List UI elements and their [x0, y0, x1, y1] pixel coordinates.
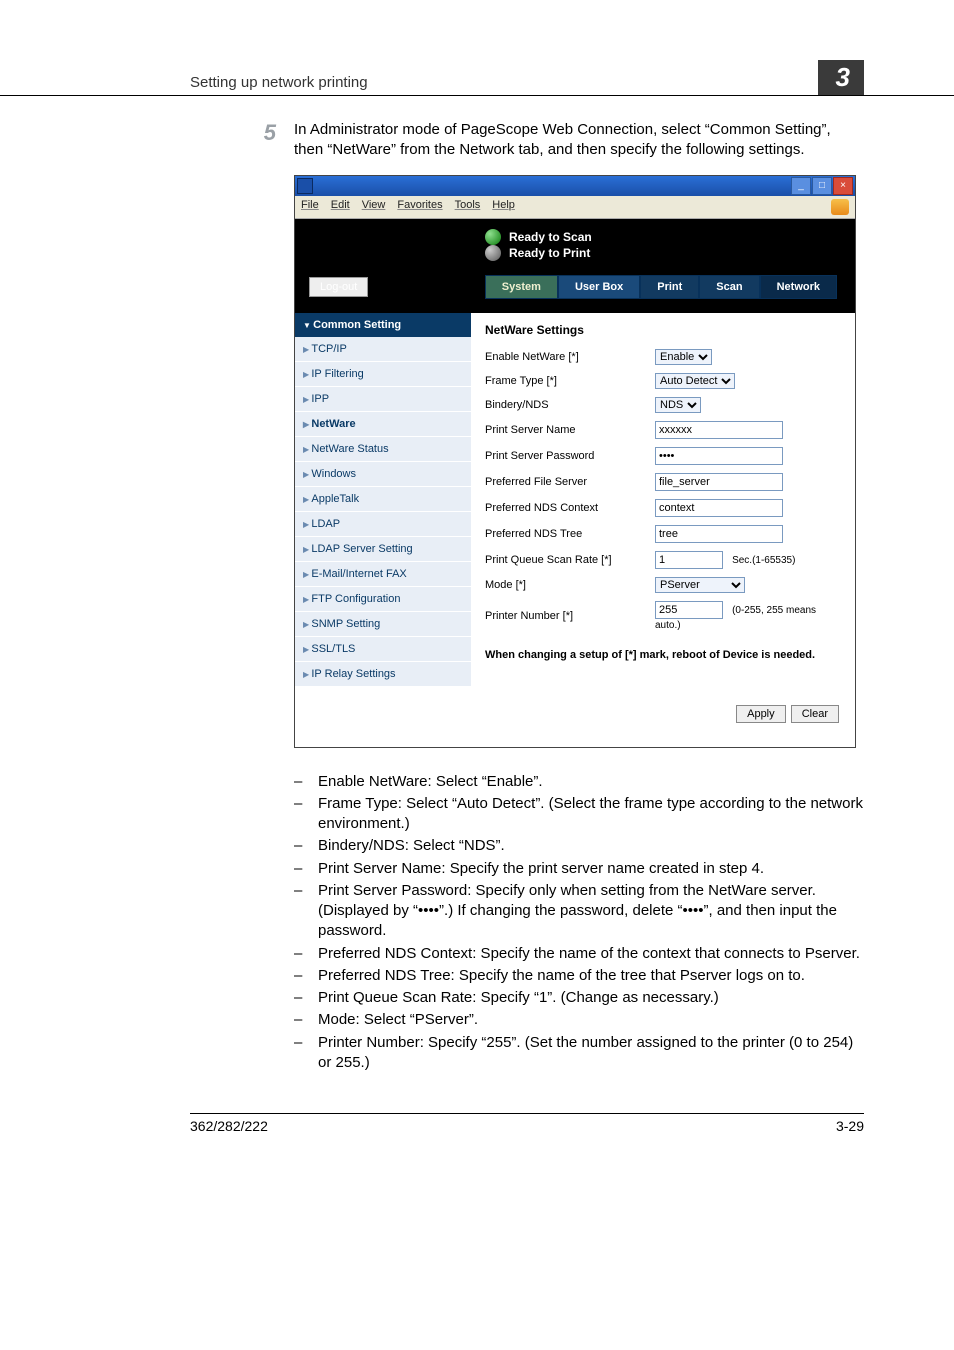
apply-button[interactable]: Apply	[736, 705, 786, 723]
bullet-text: Bindery/NDS: Select “NDS”.	[318, 836, 505, 856]
sidebar-item-snmp[interactable]: SNMP Setting	[295, 612, 471, 637]
reboot-note: When changing a setup of [*] mark, reboo…	[485, 649, 841, 661]
tab-network[interactable]: Network	[760, 275, 837, 299]
ie-icon	[297, 178, 313, 194]
input-preferred-nds-tree[interactable]	[655, 525, 783, 543]
sidebar-item-ip-relay[interactable]: IP Relay Settings	[295, 662, 471, 687]
sidebar-item-ldap-server[interactable]: LDAP Server Setting	[295, 537, 471, 562]
menu-edit[interactable]: Edit	[331, 199, 350, 215]
bullet-text: Print Server Password: Specify only when…	[318, 881, 864, 942]
tab-print[interactable]: Print	[640, 275, 699, 299]
sidebar-header[interactable]: Common Setting	[295, 313, 471, 337]
maximize-button[interactable]: □	[812, 177, 832, 195]
chapter-badge: 3	[818, 60, 864, 95]
menu-file[interactable]: File	[301, 199, 319, 215]
bullet-text: Preferred NDS Context: Specify the name …	[318, 944, 860, 964]
label-mode: Mode [*]	[485, 579, 655, 591]
sidebar-item-appletalk[interactable]: AppleTalk	[295, 487, 471, 512]
label-bindery-nds: Bindery/NDS	[485, 399, 655, 411]
select-enable-netware[interactable]: Enable	[655, 349, 712, 365]
footer-model: 362/282/222	[190, 1118, 268, 1134]
label-enable-netware: Enable NetWare [*]	[485, 351, 655, 363]
sidebar-item-ipp[interactable]: IPP	[295, 387, 471, 412]
label-print-server-name: Print Server Name	[485, 424, 655, 436]
footer-page: 3-29	[836, 1118, 864, 1134]
bullet-text: Preferred NDS Tree: Specify the name of …	[318, 966, 805, 986]
scanner-status-icon	[485, 229, 501, 245]
label-frame-type: Frame Type [*]	[485, 375, 655, 387]
bullet-text: Enable NetWare: Select “Enable”.	[318, 772, 543, 792]
step-number: 5	[250, 120, 276, 161]
panel-title: NetWare Settings	[485, 323, 841, 337]
sidebar-item-email-ifax[interactable]: E-Mail/Internet FAX	[295, 562, 471, 587]
logout-button[interactable]: Log-out	[309, 277, 368, 297]
sidebar-item-netware-status[interactable]: NetWare Status	[295, 437, 471, 462]
label-preferred-nds-context: Preferred NDS Context	[485, 502, 655, 514]
ie-throbber-icon	[831, 199, 849, 215]
tab-scan[interactable]: Scan	[699, 275, 759, 299]
sidebar-item-ldap[interactable]: LDAP	[295, 512, 471, 537]
running-title: Setting up network printing	[190, 74, 368, 91]
printer-status-text: Ready to Print	[509, 246, 590, 260]
bullet-text: Mode: Select “PServer”.	[318, 1010, 478, 1030]
embedded-screenshot: _ □ × File Edit View Favorites Tools Hel…	[294, 175, 856, 748]
menu-tools[interactable]: Tools	[455, 199, 481, 215]
printer-status-icon	[485, 245, 501, 261]
window-titlebar: _ □ ×	[295, 176, 855, 196]
menu-view[interactable]: View	[362, 199, 386, 215]
menu-help[interactable]: Help	[492, 199, 515, 215]
sidebar-item-windows[interactable]: Windows	[295, 462, 471, 487]
bullet-text: Frame Type: Select “Auto Detect”. (Selec…	[318, 794, 864, 835]
step-text: In Administrator mode of PageScope Web C…	[294, 120, 864, 161]
scanner-status-text: Ready to Scan	[509, 230, 592, 244]
select-frame-type[interactable]: Auto Detect	[655, 373, 735, 389]
sidebar: Common Setting TCP/IP IP Filtering IPP N…	[295, 313, 471, 687]
bullet-text: Printer Number: Specify “255”. (Set the …	[318, 1033, 864, 1074]
label-printer-number: Printer Number [*]	[485, 610, 655, 622]
input-preferred-nds-context[interactable]	[655, 499, 783, 517]
sidebar-item-ssl-tls[interactable]: SSL/TLS	[295, 637, 471, 662]
sidebar-item-ftp[interactable]: FTP Configuration	[295, 587, 471, 612]
select-mode[interactable]: PServer	[655, 577, 745, 593]
label-print-server-password: Print Server Password	[485, 450, 655, 462]
input-print-server-name[interactable]	[655, 421, 783, 439]
label-scan-rate: Print Queue Scan Rate [*]	[485, 554, 655, 566]
instruction-bullets: –Enable NetWare: Select “Enable”. –Frame…	[294, 772, 864, 1074]
sidebar-item-tcpip[interactable]: TCP/IP	[295, 337, 471, 362]
close-button[interactable]: ×	[833, 177, 853, 195]
tab-userbox[interactable]: User Box	[558, 275, 640, 299]
label-preferred-file-server: Preferred File Server	[485, 476, 655, 488]
input-print-server-password[interactable]	[655, 447, 783, 465]
input-preferred-file-server[interactable]	[655, 473, 783, 491]
input-printer-number[interactable]	[655, 601, 723, 619]
bullet-text: Print Server Name: Specify the print ser…	[318, 859, 764, 879]
hint-scan-rate: Sec.(1-65535)	[732, 555, 795, 566]
input-scan-rate[interactable]	[655, 551, 723, 569]
bullet-text: Print Queue Scan Rate: Specify “1”. (Cha…	[318, 988, 719, 1008]
minimize-button[interactable]: _	[791, 177, 811, 195]
browser-menubar: File Edit View Favorites Tools Help	[295, 196, 855, 219]
label-preferred-nds-tree: Preferred NDS Tree	[485, 528, 655, 540]
sidebar-item-ipfiltering[interactable]: IP Filtering	[295, 362, 471, 387]
clear-button[interactable]: Clear	[791, 705, 839, 723]
tab-system[interactable]: System	[485, 275, 558, 299]
sidebar-item-netware[interactable]: NetWare	[295, 412, 471, 437]
select-bindery-nds[interactable]: NDS	[655, 397, 701, 413]
menu-favorites[interactable]: Favorites	[397, 199, 442, 215]
